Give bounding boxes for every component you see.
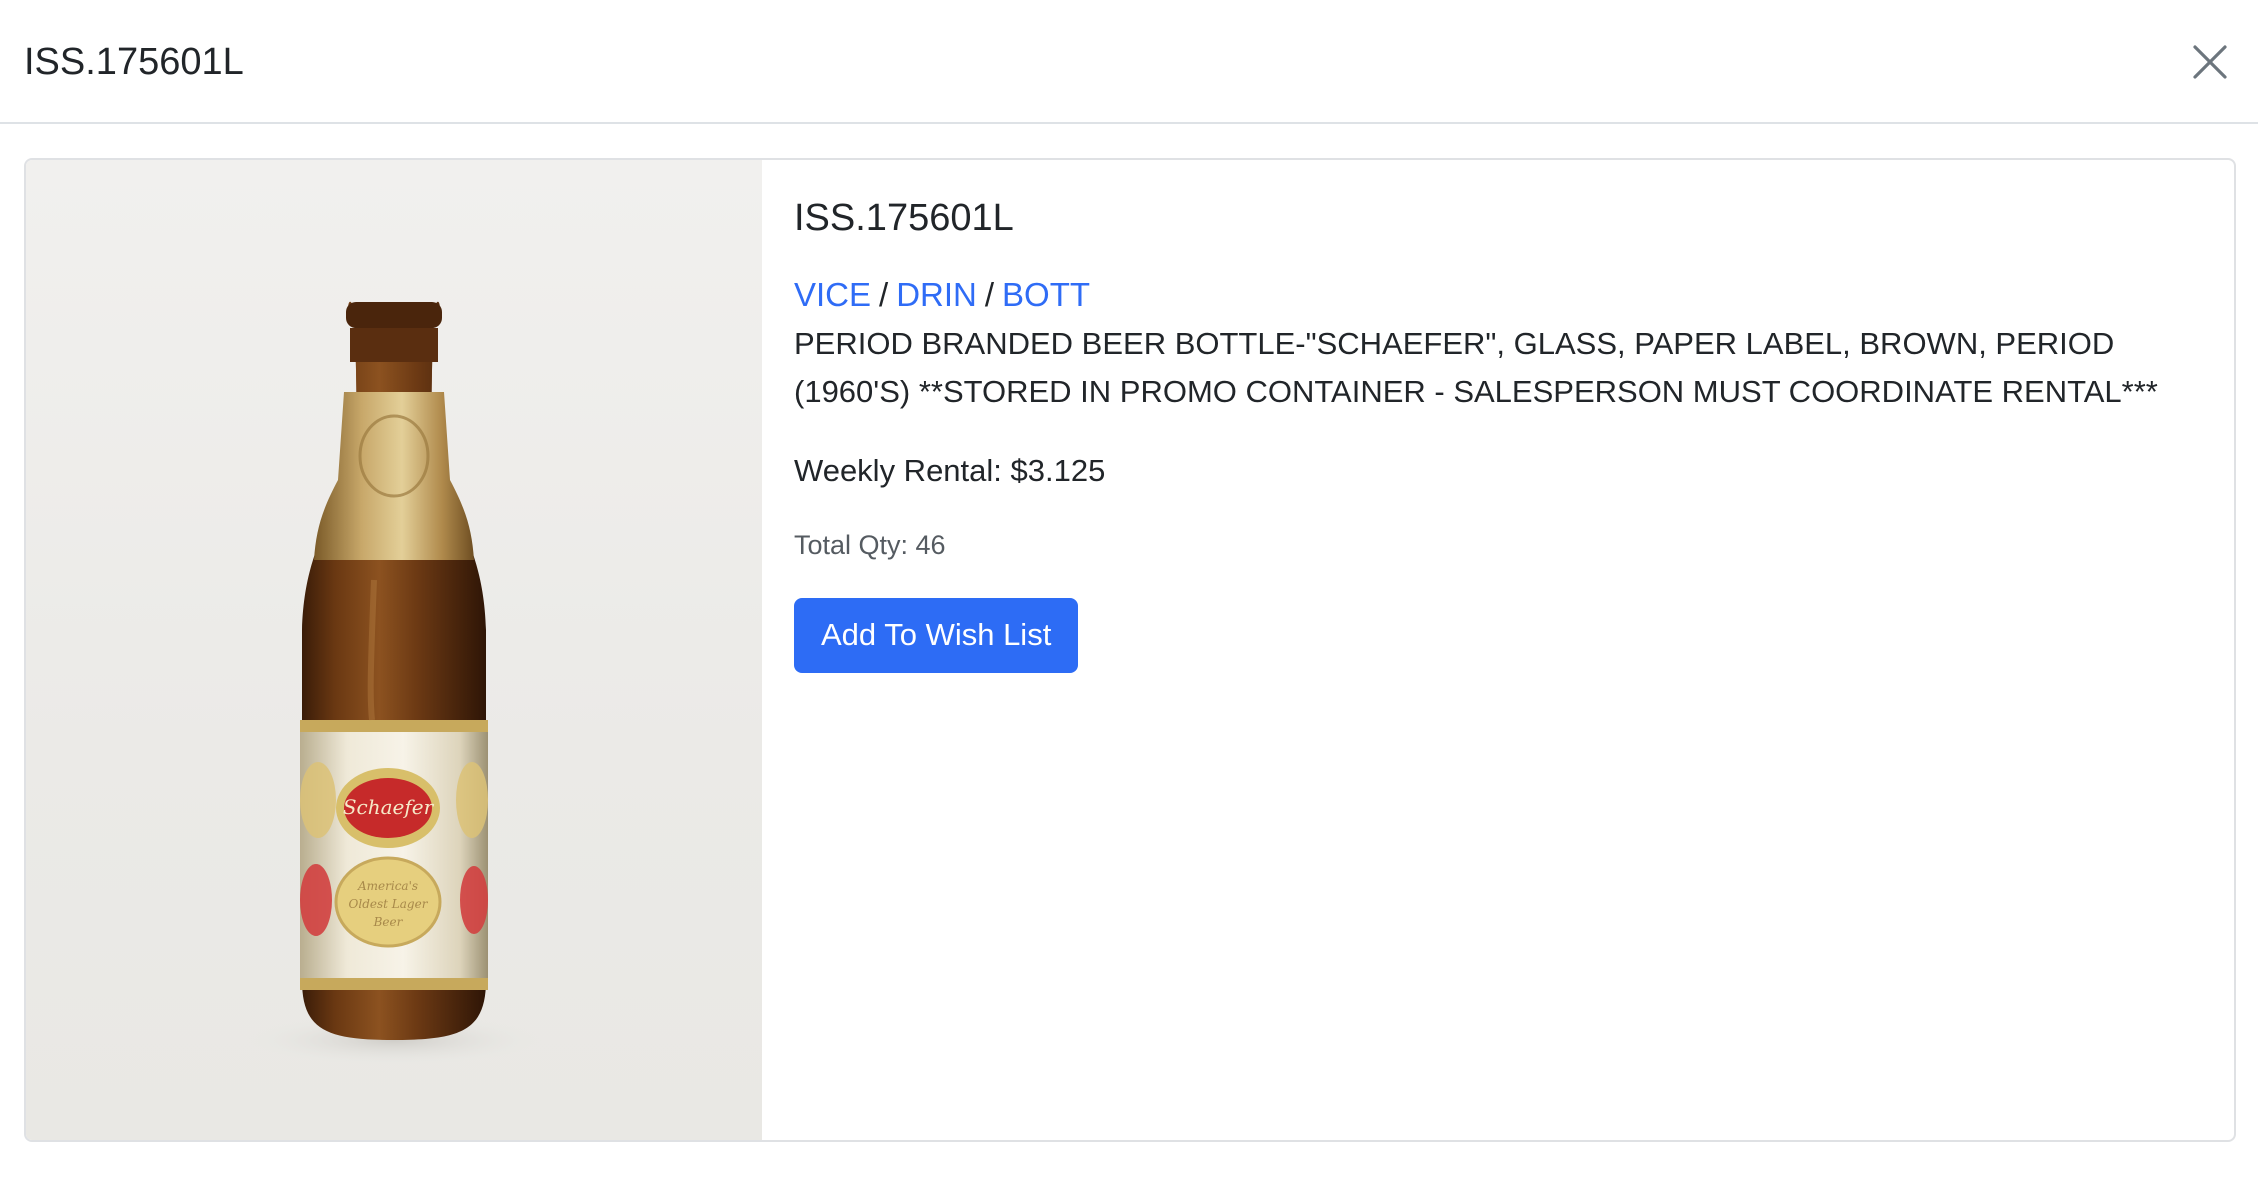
item-title: ISS.175601L [794,197,1014,239]
add-to-wish-list-button[interactable]: Add To Wish List [794,598,1079,673]
beer-bottle-photo: Schaefer America's Oldest Lager Beer [244,301,544,1066]
breadcrumb-link-drin[interactable]: DRIN [896,276,977,313]
close-button[interactable] [2186,38,2234,86]
item-details: ISS.175601L VICE / DRIN / BOTT PERIOD BRANDE… [794,190,2204,673]
label-brand-text: Schaefer [343,795,435,819]
weekly-rental: Weekly Rental: $3.125 [794,453,1106,488]
close-icon [2193,45,2227,79]
breadcrumb-link-vice[interactable]: VICE [794,276,871,313]
svg-text:Beer: Beer [373,915,404,929]
item-image: Schaefer America's Oldest Lager Beer [26,160,762,1140]
item-description: PERIOD BRANDED BEER BOTTLE-"SCHAEFER", G… [794,326,2158,409]
svg-text:Oldest Lager: Oldest Lager [349,897,429,911]
breadcrumb-link-bott[interactable]: BOTT [1002,276,1090,313]
total-qty: Total Qty: 46 [794,530,946,560]
breadcrumb-separator: / [879,276,889,313]
modal-header: ISS.175601L [0,0,2258,124]
item-card: Schaefer America's Oldest Lager Beer ISS… [24,158,2236,1142]
item-modal: ISS.175601L Schaefer America's Oldest La… [0,0,2258,1194]
breadcrumb-separator: / [984,276,995,313]
category-breadcrumb: VICE / DRIN / BOTT [794,272,2204,318]
modal-title: ISS.175601L [24,41,244,83]
svg-text:America's: America's [357,879,418,893]
